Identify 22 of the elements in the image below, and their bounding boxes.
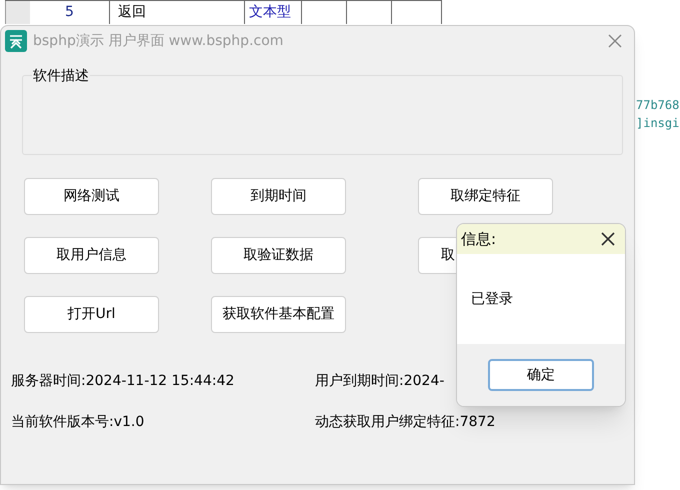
status-text: 用户到期时间:2024- — [315, 372, 444, 391]
dialog-message: 已登录 — [471, 290, 513, 308]
action-button[interactable]: 取验证数据 — [211, 237, 346, 274]
action-button[interactable]: 取绑定特征 — [418, 178, 553, 215]
ok-button[interactable]: 确定 — [488, 359, 594, 391]
status-text: 服务器时间:2024-11-12 15:44:42 — [10, 372, 236, 391]
close-icon[interactable] — [601, 232, 615, 246]
table-cell: 5 — [30, 1, 110, 24]
table-cell: 返回 — [110, 1, 245, 24]
window-title: bsphp演示 用户界面 www.bsphp.com — [33, 32, 284, 50]
action-button[interactable]: 取用户信息 — [24, 237, 159, 274]
code-line: 77b768 — [636, 97, 680, 114]
table-cell: 文本型 — [245, 1, 302, 24]
app-logo-icon — [5, 30, 27, 52]
action-button[interactable]: 网络测试 — [24, 178, 159, 215]
action-button[interactable]: 打开Url — [24, 296, 159, 333]
dialog-title: 信息: — [461, 228, 496, 250]
status-text: 当前软件版本号:v1.0 — [10, 413, 146, 432]
code-line: ]insgi — [636, 115, 680, 132]
action-button[interactable]: 到期时间 — [211, 178, 346, 215]
action-button[interactable]: 获取软件基本配置 — [211, 296, 346, 333]
status-text: 动态获取用户绑定特征:7872 — [315, 413, 496, 432]
